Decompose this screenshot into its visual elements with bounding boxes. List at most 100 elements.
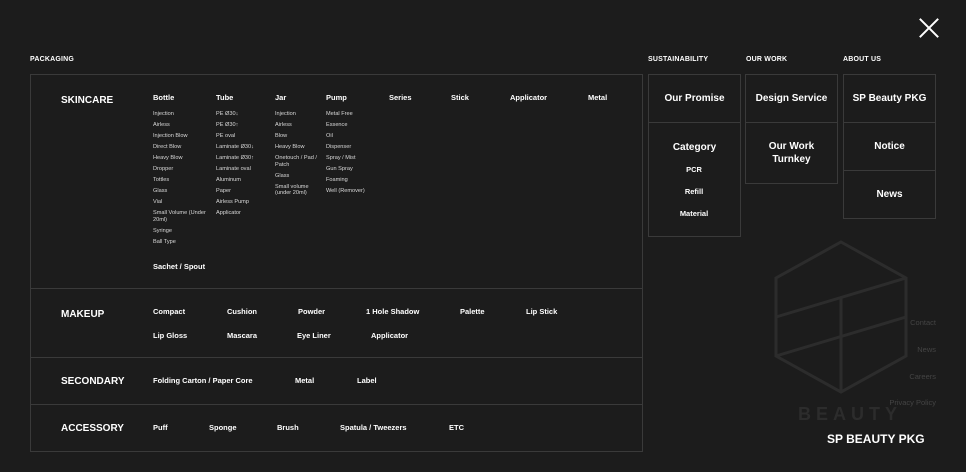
logo-watermark-icon — [774, 240, 908, 394]
accessory-title[interactable]: ACCESSORY — [61, 423, 124, 434]
makeup-item[interactable]: Eye Liner — [297, 331, 331, 340]
column-heading-stick[interactable]: Stick — [451, 93, 509, 102]
submenu-item[interactable]: Aluminum — [216, 175, 272, 186]
makeup-item[interactable]: Compact — [153, 307, 185, 316]
sp-beauty-pkg-link[interactable]: SP Beauty PKG — [843, 74, 936, 123]
column-heading-tube[interactable]: Tube — [216, 93, 272, 102]
privacy-policy-link[interactable]: Privacy Policy — [889, 398, 936, 407]
secondary-item[interactable]: Label — [357, 376, 377, 385]
makeup-item[interactable]: Applicator — [371, 331, 408, 340]
submenu-item[interactable]: PE Ø30↑ — [216, 120, 272, 131]
submenu-item[interactable]: Blow — [275, 131, 325, 142]
makeup-item[interactable]: Mascara — [227, 331, 257, 340]
skincare-section: SKINCARE Bottle Injection Airless Injection… — [31, 75, 642, 288]
submenu-item[interactable]: Injection Blow — [153, 131, 213, 142]
submenu-item[interactable]: Ball Type — [153, 237, 213, 248]
submenu-item[interactable]: Vial — [153, 197, 213, 208]
submenu-item[interactable]: Laminate Ø30↓ — [216, 142, 272, 153]
skincare-column: Applicator — [510, 93, 585, 109]
submenu-item[interactable]: Glass — [275, 171, 325, 182]
submenu-item[interactable]: PE Ø30↓ — [216, 109, 272, 120]
submenu-item[interactable]: Small volume (under 20ml) — [275, 182, 325, 200]
submenu-item[interactable]: Airless — [153, 120, 213, 131]
submenu-item[interactable]: Dropper — [153, 164, 213, 175]
submenu-item[interactable]: Airless Pump — [216, 197, 272, 208]
skincare-column: Tube PE Ø30↓ PE Ø30↑ PE oval Laminate Ø30↓ La… — [216, 93, 272, 219]
packaging-header: PACKAGING — [30, 56, 75, 63]
submenu-item[interactable]: Metal Free — [326, 109, 386, 120]
column-items: PE Ø30↓ PE Ø30↑ PE oval Laminate Ø30↓ Lamina… — [216, 109, 272, 219]
notice-link[interactable]: Notice — [843, 122, 936, 171]
column-heading-bottle[interactable]: Bottle — [153, 93, 213, 102]
column-heading-series[interactable]: Series — [389, 93, 447, 102]
refill-link[interactable]: Refill — [649, 187, 739, 196]
skincare-column: Bottle Injection Airless Injection Blow Dire… — [153, 93, 213, 248]
sustainability-header: SUSTAINABILITY — [648, 56, 709, 63]
submenu-item[interactable]: Foaming — [326, 175, 386, 186]
column-heading-jar[interactable]: Jar — [275, 93, 325, 102]
our-work-turnkey-link[interactable]: Our Work Turnkey — [745, 122, 838, 184]
news-link[interactable]: News — [843, 170, 936, 219]
submenu-item[interactable]: Injection — [275, 109, 325, 120]
accessory-item[interactable]: Puff — [153, 423, 168, 432]
submenu-item[interactable]: Glass — [153, 186, 213, 197]
makeup-item[interactable]: Lip Stick — [526, 307, 557, 316]
our-promise-link[interactable]: Our Promise — [648, 74, 741, 123]
accessory-section: ACCESSORY Puff Sponge Brush Spatula / Tweez… — [31, 404, 642, 452]
makeup-item[interactable]: Cushion — [227, 307, 257, 316]
skincare-column: Pump Metal Free Essence Oil Dispenser Spray /… — [326, 93, 386, 197]
submenu-item[interactable]: Spray / Mist — [326, 153, 386, 164]
submenu-item[interactable]: Oil — [326, 131, 386, 142]
packaging-panel: SKINCARE Bottle Injection Airless Injection… — [30, 74, 643, 452]
submenu-item[interactable]: Direct Blow — [153, 142, 213, 153]
careers-link[interactable]: Careers — [909, 372, 936, 381]
submenu-item[interactable]: Applicator — [216, 208, 272, 219]
submenu-item[interactable]: Heavy Blow — [153, 153, 213, 164]
secondary-title[interactable]: SECONDARY — [61, 376, 125, 387]
submenu-item[interactable]: Gun Spray — [326, 164, 386, 175]
column-heading-metal[interactable]: Metal — [588, 93, 643, 102]
brand-name: SP BEAUTY PKG — [827, 432, 925, 446]
secondary-section: SECONDARY Folding Carton / Paper Core Met… — [31, 357, 642, 404]
submenu-item[interactable]: Onetouch / Pad / Patch — [275, 153, 325, 171]
submenu-item[interactable]: Small Volume (Under 20ml) — [153, 208, 213, 226]
accessory-item[interactable]: Brush — [277, 423, 299, 432]
design-service-link[interactable]: Design Service — [745, 74, 838, 123]
sachet-spout-link[interactable]: Sachet / Spout — [153, 262, 205, 271]
submenu-item[interactable]: Injection — [153, 109, 213, 120]
submenu-item[interactable]: Dispenser — [326, 142, 386, 153]
accessory-item[interactable]: Sponge — [209, 423, 237, 432]
submenu-item[interactable]: Paper — [216, 186, 272, 197]
news-footer-link[interactable]: News — [917, 345, 936, 354]
makeup-item[interactable]: Palette — [460, 307, 485, 316]
makeup-item[interactable]: 1 Hole Shadow — [366, 307, 419, 316]
accessory-item[interactable]: Spatula / Tweezers — [340, 423, 407, 432]
secondary-item[interactable]: Folding Carton / Paper Core — [153, 376, 253, 385]
material-link[interactable]: Material — [649, 209, 739, 218]
submenu-item[interactable]: Laminate oval — [216, 164, 272, 175]
skincare-title[interactable]: SKINCARE — [61, 95, 113, 106]
submenu-item[interactable]: Well (Remover) — [326, 186, 386, 197]
submenu-item[interactable]: Heavy Blow — [275, 142, 325, 153]
watermark-text: BEAUTY — [798, 404, 903, 424]
skincare-column: Metal — [588, 93, 643, 109]
close-icon[interactable] — [917, 16, 941, 40]
submenu-item[interactable]: Syringe — [153, 226, 213, 237]
makeup-item[interactable]: Lip Gloss — [153, 331, 187, 340]
our-work-header: OUR WORK — [746, 56, 788, 63]
submenu-item[interactable]: PE oval — [216, 131, 272, 142]
skincare-column: Jar Injection Airless Blow Heavy Blow Onetouc… — [275, 93, 325, 199]
secondary-item[interactable]: Metal — [295, 376, 314, 385]
makeup-title[interactable]: MAKEUP — [61, 309, 104, 320]
submenu-item[interactable]: Airless — [275, 120, 325, 131]
submenu-item[interactable]: Essence — [326, 120, 386, 131]
makeup-item[interactable]: Powder — [298, 307, 325, 316]
submenu-item[interactable]: Laminate Ø30↑ — [216, 153, 272, 164]
column-heading-pump[interactable]: Pump — [326, 93, 386, 102]
contact-link[interactable]: Contact — [910, 318, 936, 327]
accessory-item[interactable]: ETC — [449, 423, 464, 432]
submenu-item[interactable]: Tottles — [153, 175, 213, 186]
category-link[interactable]: Category — [673, 141, 716, 154]
pcr-link[interactable]: PCR — [649, 165, 739, 174]
column-heading-applicator[interactable]: Applicator — [510, 93, 585, 102]
